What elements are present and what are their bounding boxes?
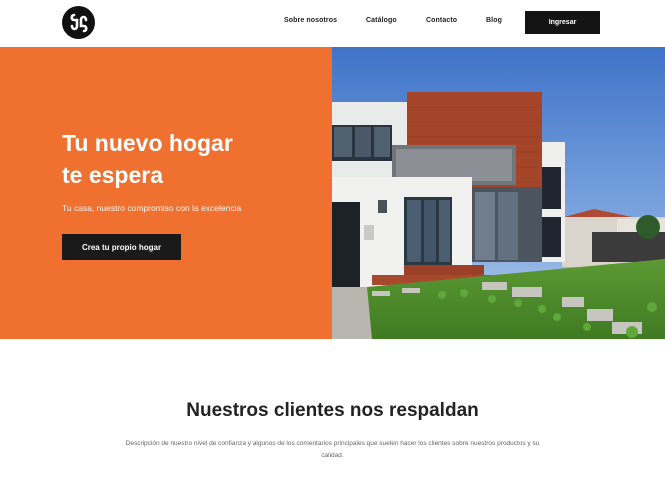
hero-title-line1: Tu nuevo hogar	[62, 130, 233, 156]
nav-link-contacto[interactable]: Contacto	[426, 17, 457, 24]
brand-logo-icon[interactable]	[62, 6, 95, 39]
modern-house-photo	[332, 47, 665, 339]
create-home-button[interactable]: Crea tu propio hogar	[62, 234, 181, 260]
testimonials-description: Descripción de nuestro nivel de confianz…	[125, 440, 540, 459]
testimonials-title: Nuestros clientes nos respaldan	[186, 400, 479, 421]
hero-panel: Tu nuevo hogar te espera Tu casa, nuestr…	[0, 47, 332, 339]
house-illustration	[332, 47, 665, 339]
nav-link-blog[interactable]: Blog	[486, 17, 502, 24]
brand-logo-mark	[69, 13, 88, 32]
hero-section: Tu nuevo hogar te espera Tu casa, nuestr…	[0, 47, 665, 339]
hero-title: Tu nuevo hogar te espera	[62, 127, 302, 191]
hero-subtitle: Tu casa, nuestro compromiso con la excel…	[62, 203, 242, 213]
nav-link-catalogo[interactable]: Catálogo	[366, 17, 397, 24]
nav-link-sobre-nosotros[interactable]: Sobre nosotros	[284, 17, 337, 24]
site-header: Sobre nosotros Catálogo Contacto Blog In…	[0, 0, 665, 47]
login-button[interactable]: Ingresar	[525, 11, 600, 34]
hero-title-line2: te espera	[62, 162, 164, 188]
